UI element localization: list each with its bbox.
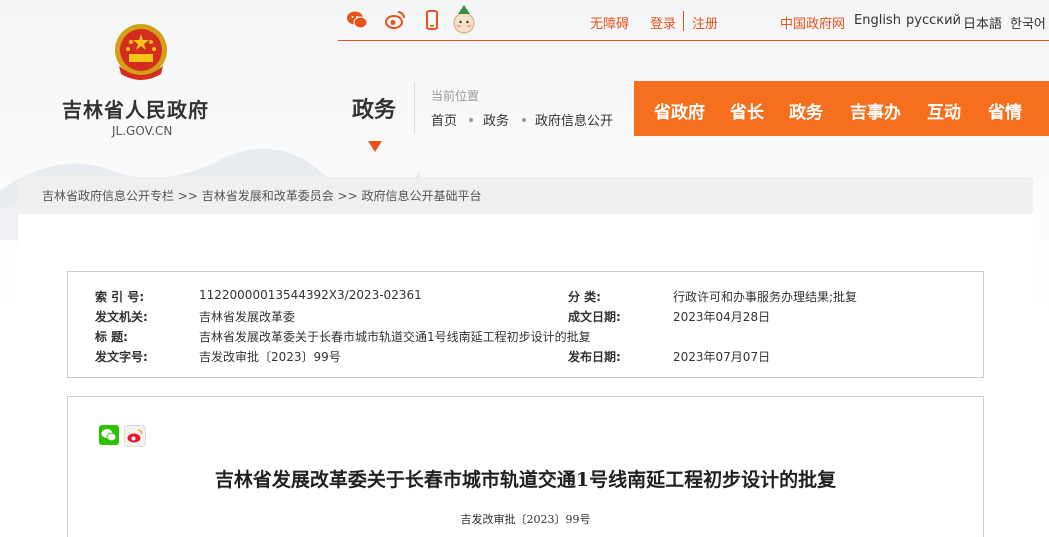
issuer-value: 吉林省发展改革委 bbox=[199, 310, 296, 324]
doc-number-value: 吉发改审批〔2023〕99号 bbox=[199, 350, 341, 364]
wechat-icon[interactable] bbox=[346, 9, 368, 31]
main-nav: 省政府 省长 政务 吉事办 互动 省情 bbox=[634, 81, 1049, 136]
english-link[interactable]: English bbox=[854, 13, 901, 28]
crumb-government[interactable]: 政务 bbox=[483, 110, 509, 129]
weibo-icon[interactable] bbox=[124, 425, 146, 447]
national-emblem-logo[interactable] bbox=[111, 22, 171, 84]
russian-link[interactable]: русский bbox=[906, 13, 961, 28]
section-arrow-icon bbox=[368, 141, 382, 152]
publish-date-label: 发布日期: bbox=[568, 350, 621, 364]
login-link[interactable]: 登录 bbox=[650, 13, 676, 32]
weibo-icon[interactable] bbox=[384, 9, 406, 31]
nav-item-interaction[interactable]: 互动 bbox=[927, 98, 961, 123]
article-doc-number: 吉发改审批〔2023〕99号 bbox=[460, 513, 591, 526]
site-title[interactable]: 吉林省人民政府 bbox=[62, 94, 209, 123]
document-info-table: 索 引 号: 11220000013544392X3/2023-02361 分 … bbox=[67, 271, 984, 378]
breadcrumb: 吉林省政府信息公开专栏 >> 吉林省发展和改革委员会 >> 政府信息公开基础平台 bbox=[18, 177, 1033, 214]
nav-item-governor[interactable]: 省长 bbox=[730, 98, 764, 123]
breadcrumb-text[interactable]: 吉林省政府信息公开专栏 >> 吉林省发展和改革委员会 >> 政府信息公开基础平台 bbox=[42, 187, 481, 204]
wechat-icon[interactable] bbox=[99, 425, 119, 445]
nav-item-province-info[interactable]: 省情 bbox=[988, 98, 1022, 123]
site-domain: JL.GOV.CN bbox=[112, 124, 173, 138]
japanese-link[interactable]: 日本語 bbox=[963, 13, 1002, 32]
nav-item-jishiban[interactable]: 吉事办 bbox=[850, 98, 901, 123]
location-label: 当前位置 bbox=[431, 89, 480, 103]
mascot-icon[interactable] bbox=[452, 4, 476, 34]
article-title: 吉林省发展改革委关于长春市城市轨道交通1号线南延工程初步设计的批复 bbox=[214, 469, 837, 491]
nav-item-government-affairs[interactable]: 政务 bbox=[789, 98, 823, 123]
category-label: 分 类: bbox=[568, 290, 601, 304]
issuer-label: 发文机关: bbox=[95, 310, 148, 324]
korean-link[interactable]: 한국어 bbox=[1010, 13, 1046, 32]
title-label: 标 题: bbox=[95, 330, 128, 344]
publish-date-value: 2023年07月07日 bbox=[673, 350, 771, 364]
category-value: 行政许可和办事服务办理结果;批复 bbox=[673, 290, 858, 304]
index-value: 11220000013544392X3/2023-02361 bbox=[199, 288, 422, 302]
accessibility-link[interactable]: 无障碍 bbox=[590, 13, 629, 32]
crumb-info-disclosure[interactable]: 政府信息公开 bbox=[535, 110, 613, 129]
date-written-label: 成文日期: bbox=[568, 310, 621, 324]
divider bbox=[683, 11, 684, 31]
mobile-icon[interactable] bbox=[421, 9, 443, 31]
index-label: 索 引 号: bbox=[95, 290, 145, 304]
crumb-home[interactable]: 首页 bbox=[431, 110, 457, 129]
article-content: 吉林省发展改革委关于长春市城市轨道交通1号线南延工程初步设计的批复 吉发改审批〔… bbox=[67, 396, 984, 537]
doc-number-label: 发文字号: bbox=[95, 350, 148, 364]
divider bbox=[414, 82, 415, 134]
date-written-value: 2023年04月28日 bbox=[673, 310, 771, 324]
crumb-dot-icon bbox=[522, 118, 526, 122]
nav-item-province-gov[interactable]: 省政府 bbox=[654, 98, 705, 123]
section-title: 政务 bbox=[352, 98, 397, 123]
register-link[interactable]: 注册 bbox=[692, 13, 718, 32]
crumb-dot-icon bbox=[469, 118, 473, 122]
top-bar: 无障碍 登录 注册 中国政府网 English русский 日本語 한국어 bbox=[338, 0, 1049, 41]
china-gov-link[interactable]: 中国政府网 bbox=[780, 13, 845, 32]
title-value: 吉林省发展改革委关于长春市城市轨道交通1号线南延工程初步设计的批复 bbox=[199, 330, 591, 344]
